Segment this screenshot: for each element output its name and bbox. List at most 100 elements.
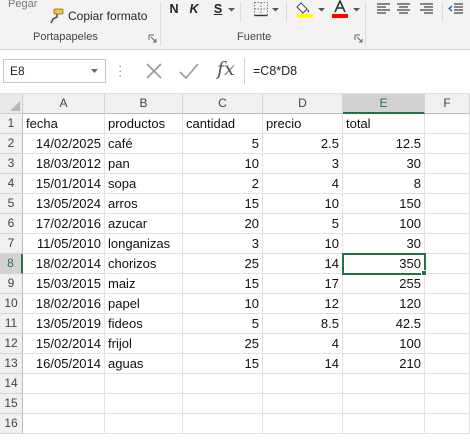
cell-c13[interactable]: 15 <box>183 354 263 374</box>
row-header-8[interactable]: 8 <box>0 254 23 274</box>
cell-a12[interactable]: 15/02/2014 <box>23 334 105 354</box>
cell-a14[interactable] <box>23 374 105 394</box>
cell-f13[interactable] <box>425 354 470 374</box>
column-header-a[interactable]: A <box>23 94 105 114</box>
cell-e5[interactable]: 150 <box>343 194 425 214</box>
cell-b14[interactable] <box>105 374 183 394</box>
cell-b10[interactable]: papel <box>105 294 183 314</box>
cell-d2[interactable]: 2.5 <box>263 134 343 154</box>
row-header-14[interactable]: 14 <box>0 374 23 394</box>
cell-a1[interactable]: fecha <box>23 114 105 134</box>
cell-c8[interactable]: 25 <box>183 254 263 274</box>
underline-dropdown-icon[interactable] <box>228 6 235 13</box>
formula-bar-grip-icon[interactable]: · · · <box>118 59 122 82</box>
cell-e10[interactable]: 120 <box>343 294 425 314</box>
cell-b4[interactable]: sopa <box>105 174 183 194</box>
cell-a13[interactable]: 16/05/2014 <box>23 354 105 374</box>
cell-b16[interactable] <box>105 414 183 434</box>
borders-dropdown-icon[interactable] <box>272 6 279 13</box>
cell-c11[interactable]: 5 <box>183 314 263 334</box>
select-all-corner[interactable] <box>0 94 23 114</box>
column-header-f[interactable]: F <box>425 94 470 114</box>
cell-a8[interactable]: 18/02/2014 <box>23 254 105 274</box>
cell-d12[interactable]: 4 <box>263 334 343 354</box>
cell-c7[interactable]: 3 <box>183 234 263 254</box>
cell-d7[interactable]: 10 <box>263 234 343 254</box>
row-header-1[interactable]: 1 <box>0 114 23 134</box>
decrease-indent-icon[interactable] <box>448 2 464 16</box>
row-header-11[interactable]: 11 <box>0 314 23 334</box>
copy-format-button[interactable]: Copiar formato <box>48 7 147 25</box>
cell-c1[interactable]: cantidad <box>183 114 263 134</box>
align-right-icon[interactable] <box>419 2 434 16</box>
cell-b2[interactable]: café <box>105 134 183 154</box>
cell-e15[interactable] <box>343 394 425 414</box>
row-header-3[interactable]: 3 <box>0 154 23 174</box>
cell-f9[interactable] <box>425 274 470 294</box>
italic-button[interactable]: K <box>188 1 200 18</box>
cell-c16[interactable] <box>183 414 263 434</box>
cancel-icon[interactable] <box>143 60 165 82</box>
cell-a10[interactable]: 18/02/2016 <box>23 294 105 314</box>
cell-b9[interactable]: maiz <box>105 274 183 294</box>
cell-b7[interactable]: longanizas <box>105 234 183 254</box>
cell-f15[interactable] <box>425 394 470 414</box>
cell-a5[interactable]: 13/05/2024 <box>23 194 105 214</box>
cell-e13[interactable]: 210 <box>343 354 425 374</box>
cell-e3[interactable]: 30 <box>343 154 425 174</box>
cell-d8[interactable]: 14 <box>263 254 343 274</box>
cell-e14[interactable] <box>343 374 425 394</box>
cell-d9[interactable]: 17 <box>263 274 343 294</box>
cell-e6[interactable]: 100 <box>343 214 425 234</box>
cell-a7[interactable]: 11/05/2010 <box>23 234 105 254</box>
cell-d4[interactable]: 4 <box>263 174 343 194</box>
cell-b5[interactable]: arros <box>105 194 183 214</box>
cell-e2[interactable]: 12.5 <box>343 134 425 154</box>
cell-f8[interactable] <box>425 254 470 274</box>
cell-f5[interactable] <box>425 194 470 214</box>
cell-d15[interactable] <box>263 394 343 414</box>
clipboard-launcher-icon[interactable] <box>148 34 157 43</box>
font-launcher-icon[interactable] <box>354 34 363 43</box>
cell-a3[interactable]: 18/03/2012 <box>23 154 105 174</box>
cell-c15[interactable] <box>183 394 263 414</box>
row-header-6[interactable]: 6 <box>0 214 23 234</box>
cell-c12[interactable]: 25 <box>183 334 263 354</box>
cell-d16[interactable] <box>263 414 343 434</box>
cell-b15[interactable] <box>105 394 183 414</box>
cell-f6[interactable] <box>425 214 470 234</box>
bold-button[interactable]: N <box>168 1 180 18</box>
row-header-16[interactable]: 16 <box>0 414 23 434</box>
cell-e11[interactable]: 42.5 <box>343 314 425 334</box>
fill-color-icon[interactable] <box>296 0 314 18</box>
font-color-icon[interactable] <box>331 0 349 18</box>
cell-b3[interactable]: pan <box>105 154 183 174</box>
cell-e7[interactable]: 30 <box>343 234 425 254</box>
cell-c10[interactable]: 10 <box>183 294 263 314</box>
cell-f12[interactable] <box>425 334 470 354</box>
row-header-10[interactable]: 10 <box>0 294 23 314</box>
row-header-2[interactable]: 2 <box>0 134 23 154</box>
cell-c3[interactable]: 10 <box>183 154 263 174</box>
column-header-e[interactable]: E <box>343 94 425 114</box>
cell-d1[interactable]: precio <box>263 114 343 134</box>
cell-a11[interactable]: 13/05/2019 <box>23 314 105 334</box>
cell-f14[interactable] <box>425 374 470 394</box>
insert-function-icon[interactable]: fx <box>217 58 235 80</box>
cell-f7[interactable] <box>425 234 470 254</box>
row-header-5[interactable]: 5 <box>0 194 23 214</box>
cell-e8[interactable]: 350 <box>342 253 426 275</box>
cell-c6[interactable]: 20 <box>183 214 263 234</box>
cell-c9[interactable]: 15 <box>183 274 263 294</box>
cell-d13[interactable]: 14 <box>263 354 343 374</box>
cell-a9[interactable]: 15/03/2015 <box>23 274 105 294</box>
cell-d14[interactable] <box>263 374 343 394</box>
formula-input[interactable]: =C8*D8 <box>244 58 470 84</box>
cell-a16[interactable] <box>23 414 105 434</box>
cell-d10[interactable]: 12 <box>263 294 343 314</box>
cell-d11[interactable]: 8.5 <box>263 314 343 334</box>
column-header-d[interactable]: D <box>263 94 343 114</box>
cell-e12[interactable]: 100 <box>343 334 425 354</box>
name-box-dropdown-icon[interactable] <box>91 69 98 74</box>
cell-b1[interactable]: productos <box>105 114 183 134</box>
